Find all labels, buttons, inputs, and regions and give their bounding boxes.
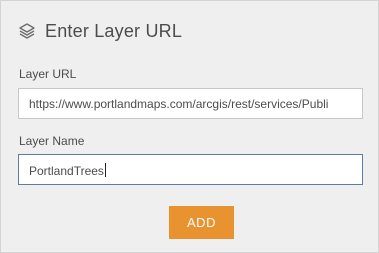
layer-name-label: Layer Name [19, 134, 85, 148]
add-button[interactable]: ADD [169, 206, 234, 239]
layer-name-value: PortlandTrees [29, 164, 104, 178]
layer-url-value: https://www.portlandmaps.com/arcgis/rest… [29, 97, 329, 111]
panel-header: Enter Layer URL [18, 19, 182, 43]
text-caret [104, 163, 106, 177]
layer-url-label: Layer URL [19, 67, 77, 81]
layer-name-input[interactable]: PortlandTrees [18, 154, 363, 185]
panel-title: Enter Layer URL [45, 20, 183, 41]
layer-name-text: PortlandTrees [29, 163, 106, 178]
layer-url-input[interactable]: https://www.portlandmaps.com/arcgis/rest… [18, 88, 363, 119]
layers-icon [18, 22, 36, 40]
enter-layer-url-panel: Enter Layer URL Layer URL https://www.po… [0, 0, 379, 253]
